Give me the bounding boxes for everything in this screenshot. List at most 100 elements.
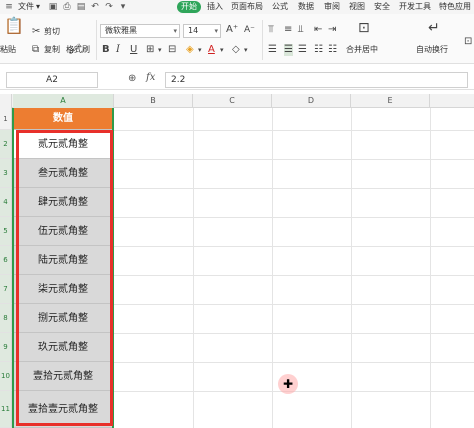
chevron-down-icon[interactable]: ▾: [220, 44, 224, 56]
font-size-select[interactable]: 14 ▾: [183, 24, 221, 38]
align-bottom-icon[interactable]: ⫫: [298, 24, 304, 36]
clear-format-icon[interactable]: ◇: [232, 44, 240, 56]
tab-formulas[interactable]: 公式: [272, 1, 288, 13]
save-icon[interactable]: ▣: [48, 2, 58, 12]
tab-view[interactable]: 视图: [349, 1, 365, 13]
format-painter-button[interactable]: 格式刷: [66, 44, 90, 56]
paste-icon[interactable]: 📋: [4, 18, 24, 34]
cell-a7[interactable]: 柒元贰角整: [13, 275, 113, 304]
borders-icon[interactable]: ⊞: [146, 44, 154, 56]
formula-bar: A2 ⊕ fx 2.2: [0, 70, 474, 90]
cell-a8[interactable]: 捌元贰角整: [13, 304, 113, 333]
row-header-7[interactable]: 7: [0, 275, 12, 304]
fill-color-icon[interactable]: ◈: [186, 44, 194, 56]
cell-a3[interactable]: 叁元贰角整: [13, 159, 113, 188]
chevron-down-icon[interactable]: ▾: [158, 44, 162, 56]
more-icon[interactable]: ⊡: [464, 36, 472, 48]
column-header-b[interactable]: B: [114, 94, 193, 108]
scissors-icon[interactable]: ✂: [32, 26, 40, 38]
cell-a1[interactable]: 数值: [13, 108, 113, 130]
row-header-8[interactable]: 8: [0, 304, 12, 333]
font-size-value: 14: [188, 26, 199, 35]
wrap-text-icon[interactable]: ↵: [428, 21, 440, 35]
merge-center-icon[interactable]: ⊡: [358, 21, 370, 35]
formula-input[interactable]: 2.2: [165, 72, 468, 88]
chevron-down-icon: ▾: [214, 27, 218, 35]
undo-icon[interactable]: ↶: [90, 2, 100, 12]
wrap-text-button[interactable]: 自动换行: [416, 44, 448, 56]
redo-icon[interactable]: ↷: [104, 2, 114, 12]
font-shrink-icon[interactable]: A⁻: [244, 24, 255, 36]
copy-button[interactable]: 复制: [44, 44, 60, 56]
chevron-down-icon[interactable]: ▾: [118, 2, 128, 12]
column-header-c[interactable]: C: [193, 94, 272, 108]
tab-home[interactable]: 开始: [177, 1, 201, 13]
merge-icon[interactable]: ⊟: [168, 44, 176, 56]
row-header-5[interactable]: 5: [0, 217, 12, 246]
cell-a5[interactable]: 伍元贰角整: [13, 217, 113, 246]
font-name-select[interactable]: 微软雅黑 ▾: [100, 24, 180, 38]
cut-button[interactable]: 剪切: [44, 26, 60, 38]
paste-button[interactable]: 粘贴: [0, 44, 16, 56]
copy-icon[interactable]: ⧉: [32, 44, 39, 56]
chevron-down-icon[interactable]: ▾: [36, 1, 40, 13]
select-all-corner[interactable]: [0, 94, 12, 108]
font-name-value: 微软雅黑: [105, 26, 137, 35]
column-header-row: A B C D E: [0, 94, 474, 108]
row-header-9[interactable]: 9: [0, 333, 12, 362]
tab-security[interactable]: 安全: [374, 1, 390, 13]
align-middle-icon[interactable]: ≡: [284, 24, 292, 36]
gridline: [351, 108, 352, 428]
merge-center-button[interactable]: 合并居中: [346, 44, 378, 56]
cell-a6[interactable]: 陆元贰角整: [13, 246, 113, 275]
chevron-down-icon[interactable]: ▾: [198, 44, 202, 56]
italic-button[interactable]: I: [116, 44, 120, 56]
cell-a9[interactable]: 玖元贰角整: [13, 333, 113, 362]
tab-insert[interactable]: 插入: [207, 1, 223, 13]
ribbon: 📋 粘贴 ✂ 剪切 ⧉ 复制 🖌 格式刷 微软雅黑 ▾ 14 ▾ A⁺ A⁻ B…: [0, 14, 474, 64]
menu-bar: ≡ 文件 ▾ ▣ ⎙ ▤ ↶ ↷ ▾ 开始 插入 页面布局 公式 数据 审阅 视…: [0, 0, 474, 14]
name-box[interactable]: A2: [6, 72, 98, 88]
align-center-icon[interactable]: ☰: [284, 44, 293, 56]
cell-a4[interactable]: 肆元贰角整: [13, 188, 113, 217]
menu-file[interactable]: 文件: [18, 1, 34, 13]
row-header-1[interactable]: 1: [0, 108, 12, 130]
divider: [96, 20, 97, 60]
cell-a11[interactable]: 壹拾壹元贰角整: [13, 391, 113, 428]
row-header-4[interactable]: 4: [0, 188, 12, 217]
cell-a2[interactable]: 贰元贰角整: [13, 130, 113, 159]
row-header-11[interactable]: 11: [0, 391, 12, 428]
cell-a10[interactable]: 壹拾元贰角整: [13, 362, 113, 391]
underline-button[interactable]: U: [130, 44, 137, 56]
row-header-6[interactable]: 6: [0, 246, 12, 275]
column-header-a[interactable]: A: [13, 94, 114, 108]
distribute-icon[interactable]: ☷: [328, 44, 337, 56]
chevron-down-icon[interactable]: ▾: [244, 44, 248, 56]
indent-increase-icon[interactable]: ⇥: [328, 24, 336, 36]
row-header-10[interactable]: 10: [0, 362, 12, 391]
print-icon[interactable]: ⎙: [62, 2, 72, 12]
row-header-2[interactable]: 2: [0, 130, 12, 159]
align-right-icon[interactable]: ☰: [298, 44, 307, 56]
align-top-icon[interactable]: ⫪: [268, 24, 274, 36]
tab-special[interactable]: 特色应用: [439, 1, 471, 13]
indent-decrease-icon[interactable]: ⇤: [314, 24, 322, 36]
justify-icon[interactable]: ☷: [314, 44, 323, 56]
gridline: [430, 108, 431, 428]
print-preview-icon[interactable]: ▤: [76, 2, 86, 12]
row-header-3[interactable]: 3: [0, 159, 12, 188]
column-header-d[interactable]: D: [272, 94, 351, 108]
align-left-icon[interactable]: ☰: [268, 44, 277, 56]
column-header-e[interactable]: E: [351, 94, 430, 108]
tab-data[interactable]: 数据: [298, 1, 314, 13]
bold-button[interactable]: B: [102, 44, 110, 56]
tab-page-layout[interactable]: 页面布局: [231, 1, 263, 13]
fx-icon[interactable]: fx: [146, 72, 155, 83]
zoom-icon[interactable]: ⊕: [128, 73, 136, 84]
font-color-icon[interactable]: A: [208, 44, 215, 56]
menu-icon[interactable]: ≡: [4, 2, 14, 12]
tab-developer[interactable]: 开发工具: [399, 1, 431, 13]
tab-review[interactable]: 审阅: [324, 1, 340, 13]
font-grow-icon[interactable]: A⁺: [226, 24, 238, 36]
gridline: [272, 108, 273, 428]
